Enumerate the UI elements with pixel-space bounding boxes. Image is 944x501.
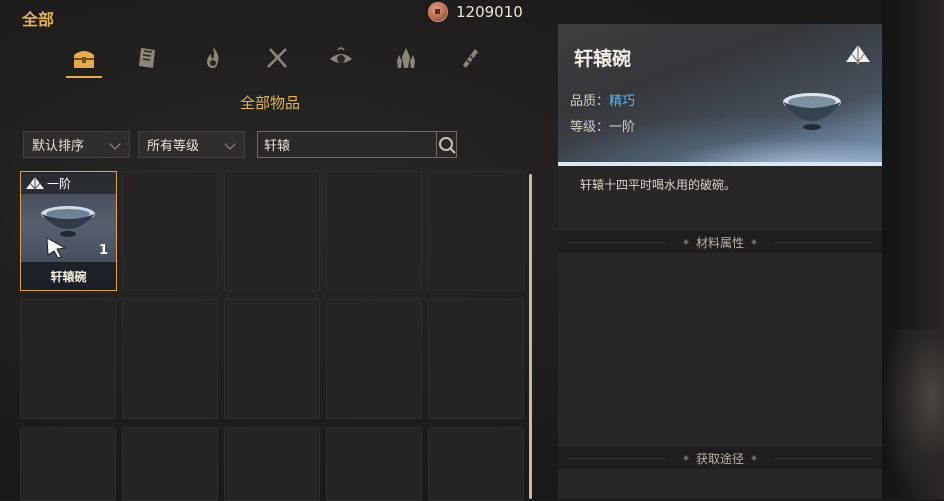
fan-icon: [26, 177, 44, 190]
cursor-icon: [46, 237, 67, 259]
empty-slot[interactable]: [326, 299, 422, 419]
crystal-icon: [396, 48, 415, 68]
grade-value: 一阶: [609, 120, 636, 135]
category-tabs: [52, 38, 502, 78]
category-title: 全部: [22, 10, 55, 29]
empty-slot[interactable]: [428, 299, 524, 419]
book-icon: [139, 48, 156, 68]
detail-title: 轩辕碗: [574, 48, 632, 70]
section-title: 全部物品: [239, 94, 300, 112]
item-detail-panel: 轩辕碗 品质：精巧 等级：一阶 轩辕十四平时喝水用的破碗。 材料属性 获取途径: [558, 24, 882, 499]
sort-dropdown[interactable]: 默认排序: [23, 131, 130, 158]
eye-icon: [330, 47, 353, 63]
search-input[interactable]: [258, 131, 436, 158]
tab-weapons[interactable]: [245, 38, 309, 78]
material-attributes-label: 材料属性: [696, 235, 745, 250]
scroll-icon: [462, 49, 478, 68]
bowl-icon: [783, 93, 841, 130]
tab-consumables[interactable]: [181, 38, 245, 78]
empty-slot[interactable]: [122, 299, 218, 419]
crossed-weapons-icon: [267, 48, 287, 68]
sort-dropdown-label: 默认排序: [32, 139, 85, 154]
empty-slot[interactable]: [224, 299, 320, 419]
grade-row: 等级：一阶: [570, 116, 635, 135]
copper-coin-icon: [428, 2, 448, 22]
tab-all[interactable]: [52, 38, 116, 78]
scrollbar[interactable]: [529, 174, 532, 499]
search-button[interactable]: [436, 132, 457, 157]
empty-slot[interactable]: [122, 171, 218, 291]
currency-display: 1209010: [428, 2, 523, 22]
ornament-decoration: [884, 330, 944, 499]
search-box: [257, 131, 457, 158]
search-icon: [439, 136, 456, 154]
grade-label: 等级：: [570, 120, 610, 135]
empty-slot[interactable]: [224, 171, 320, 291]
tab-books[interactable]: [116, 38, 180, 78]
empty-slot[interactable]: [20, 299, 116, 419]
bowl-icon: [41, 206, 95, 237]
currency-value: 1209010: [456, 3, 523, 21]
fan-icon: [846, 45, 870, 65]
detail-header: 轩辕碗 品质：精巧 等级：一阶: [558, 24, 882, 166]
chest-icon: [74, 51, 95, 68]
tab-materials[interactable]: [373, 38, 437, 78]
chevron-down-icon: [109, 138, 121, 150]
source-header: 获取途径: [558, 447, 882, 469]
item-slot-selected[interactable]: 一阶 1 轩辕碗: [20, 171, 117, 291]
item-grid: 一阶 1 轩辕碗: [20, 171, 525, 501]
flame-icon: [206, 47, 219, 68]
grade-filter-dropdown[interactable]: 所有等级: [138, 131, 245, 158]
quality-row: 品质：精巧: [570, 90, 635, 109]
item-grade: 一阶: [47, 177, 72, 191]
item-quantity: 1: [98, 243, 108, 258]
tab-accessories[interactable]: [309, 38, 373, 78]
empty-slot[interactable]: [224, 427, 320, 501]
quality-value: 精巧: [609, 94, 636, 109]
item-name: 轩辕碗: [21, 262, 116, 290]
item-description: 轩辕十四平时喝水用的破碗。: [580, 178, 737, 192]
grade-filter-label: 所有等级: [147, 139, 200, 154]
chevron-down-icon: [224, 138, 236, 150]
empty-slot[interactable]: [428, 171, 524, 291]
tab-quest[interactable]: [438, 38, 502, 78]
quality-label: 品质：: [570, 94, 610, 109]
empty-slot[interactable]: [326, 427, 422, 501]
empty-slot[interactable]: [20, 427, 116, 501]
material-attributes-header: 材料属性: [558, 231, 882, 253]
empty-slot[interactable]: [122, 427, 218, 501]
empty-slot[interactable]: [326, 171, 422, 291]
empty-slot[interactable]: [428, 427, 524, 501]
source-label: 获取途径: [696, 451, 745, 466]
